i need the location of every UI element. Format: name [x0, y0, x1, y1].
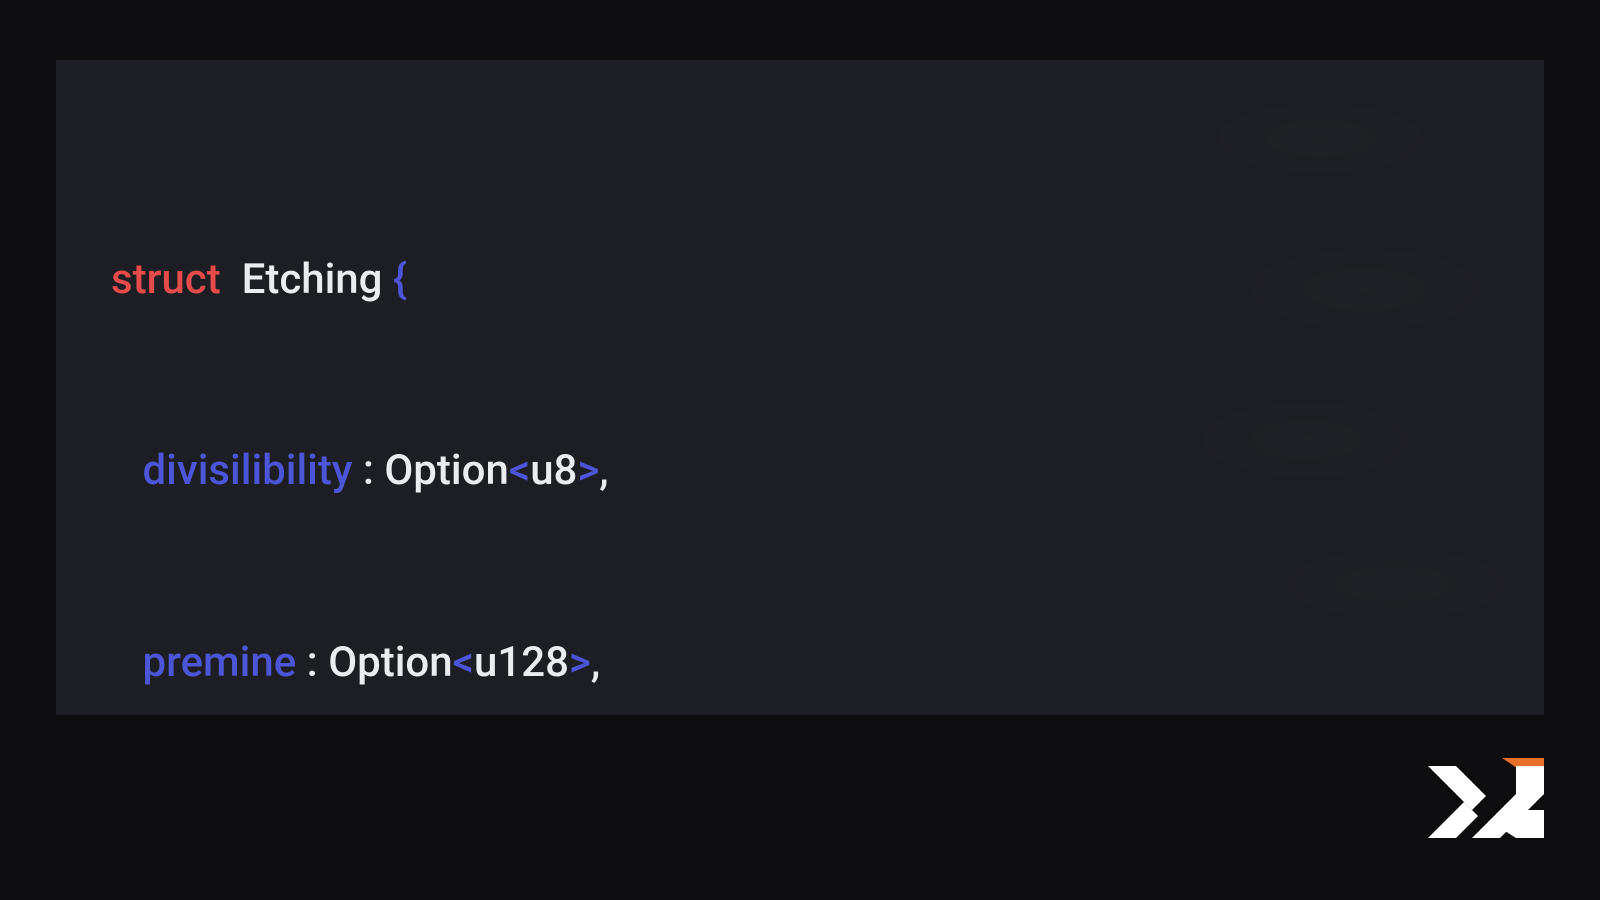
code-panel: struct Etching { divisilibility : Option…	[56, 60, 1544, 715]
code-block: struct Etching { divisilibility : Option…	[111, 120, 1489, 715]
field-line: divisilibility : Option<u8>,	[111, 439, 1489, 503]
type-option: Option	[328, 638, 452, 687]
keyword-struct: struct	[111, 255, 221, 304]
field-name: premine	[143, 638, 297, 687]
struct-declaration-line: struct Etching {	[111, 248, 1489, 312]
field-line: premine : Option<u128>,	[111, 631, 1489, 695]
inner-type: u128	[474, 638, 569, 687]
struct-name: Etching	[242, 255, 383, 304]
brace-open: {	[393, 255, 407, 304]
brand-logo	[1428, 758, 1544, 844]
inner-type: u8	[530, 446, 577, 495]
type-option: Option	[384, 446, 508, 495]
field-name: divisilibility	[143, 446, 353, 495]
